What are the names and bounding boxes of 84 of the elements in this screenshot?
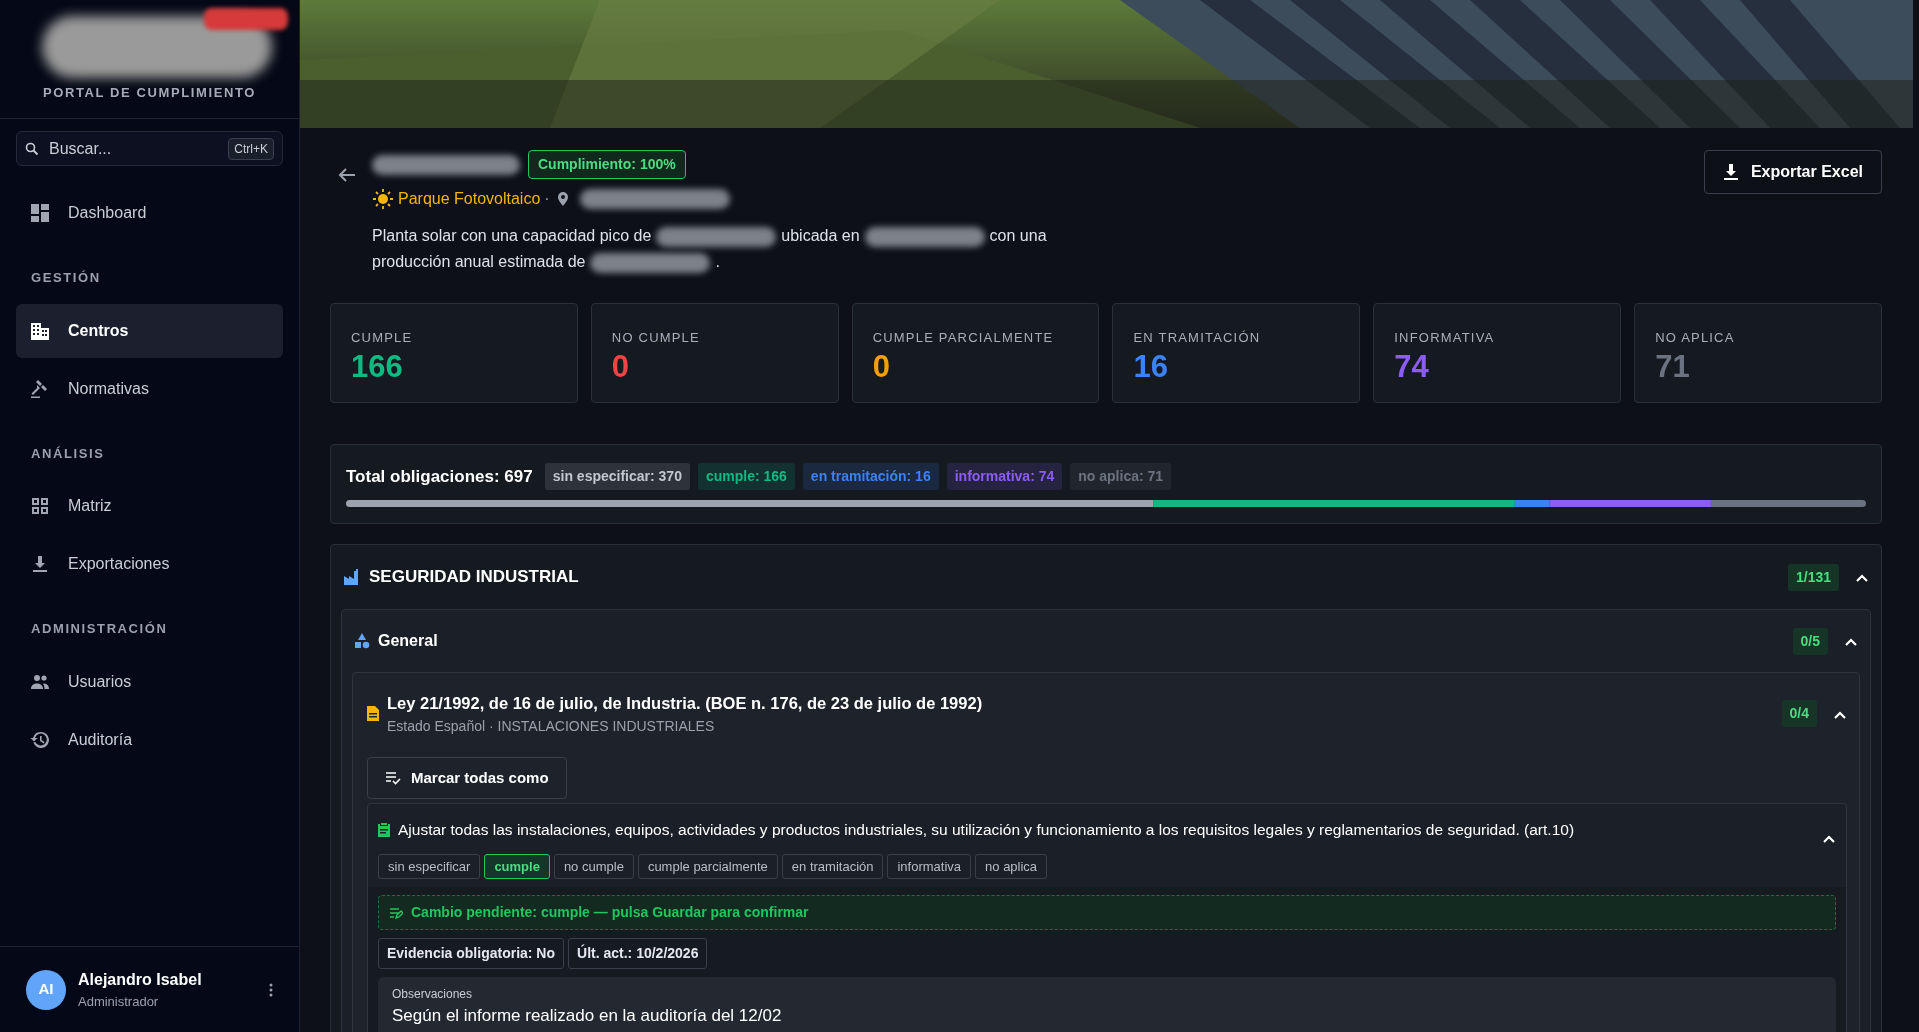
user-name: Alejandro Isabel [78, 969, 203, 990]
search-field[interactable]: Buscar... Ctrl+K [16, 131, 283, 166]
field-label: Observaciones [392, 986, 474, 1004]
nav-icon [30, 729, 50, 750]
status-count-tag: cumple: 166 [697, 463, 795, 490]
back-arrow-icon [338, 166, 356, 183]
user-avatar: AI [26, 969, 66, 1010]
status-count-tag: en tramitación: 16 [802, 463, 939, 490]
nav-icon [30, 496, 50, 516]
sun-icon [372, 188, 394, 210]
stat-label: INFORMATIVA [1394, 329, 1496, 347]
factory-icon [343, 568, 361, 586]
nav-icon [30, 203, 50, 223]
edit-list-icon [389, 906, 403, 919]
meta-tag: Evidencia obligatoria: No [378, 938, 565, 970]
compliance-badge: Cumplimiento: 100% [528, 150, 686, 179]
law-title: Ley 21/1992, de 16 de julio, de Industria. (BOE n. 176, de 23 de julio de 1992) [387, 693, 984, 714]
list-check-icon [385, 770, 401, 785]
group-title: General [378, 631, 439, 651]
progress-count: 0/5 [1792, 627, 1828, 655]
description-text: producción anual estimada de [372, 252, 586, 272]
export-button[interactable]: Exportar Excel [1703, 150, 1882, 194]
stat-value: 0 [872, 347, 891, 385]
download-icon [1722, 163, 1739, 181]
stat-label: NO APLICA [1655, 329, 1736, 347]
stat-value: 74 [1394, 347, 1430, 385]
section-title: SEGURIDAD INDUSTRIAL [369, 566, 580, 589]
more-icon [269, 983, 273, 998]
section-heading: GESTIÓN [30, 269, 102, 287]
nav-item[interactable]: Auditoría [16, 712, 283, 767]
nav-item[interactable]: Usuarios [16, 654, 283, 709]
progress-count: 0/4 [1781, 700, 1817, 728]
mark-all-button[interactable]: Marcar todas como [367, 756, 567, 799]
field-value: Según el informe realizado en la auditoría del 12/02 [392, 1005, 783, 1028]
status-count-tag: informativa: 74 [946, 463, 1063, 490]
shortcut-key: Ctrl+K [228, 137, 274, 160]
stat-label: EN TRAMITACIÓN [1133, 329, 1262, 347]
description-text: Planta solar con una capacidad pico de [372, 226, 652, 246]
search-icon [25, 141, 39, 156]
status-option[interactable]: en tramitación [781, 853, 884, 880]
facility-type: Parque Fotovoltaico [398, 189, 541, 209]
stat-value: 166 [351, 347, 404, 385]
nav-icon [30, 378, 50, 399]
status-option[interactable]: cumple parcialmente [637, 853, 778, 880]
separator-dot: · [544, 189, 550, 209]
stat-label: CUMPLE PARCIALMENTE [872, 329, 1055, 347]
obligation-text: Ajustar todas las instalaciones, equipos, actividades y productos industriales, su utilización y funcionamiento a los requisitos legales y reglamentarios de seguridad. (art.10) [398, 820, 1576, 841]
stat-value: 0 [611, 347, 631, 385]
user-role: Administrador [78, 992, 160, 1011]
progress-count: 1/131 [1787, 563, 1839, 591]
stat-label: NO CUMPLE [611, 329, 701, 347]
stat-value: 16 [1133, 347, 1169, 385]
description-text: . [715, 252, 720, 272]
section-heading: ANÁLISIS [30, 444, 106, 463]
status-count-tag: no aplica: 71 [1070, 463, 1172, 490]
nav-icon [30, 554, 50, 574]
nav-item[interactable]: Exportaciones [16, 537, 283, 591]
description-text: ubicada en [781, 226, 860, 246]
pending-change-notice: Cambio pendiente: cumple — pulsa Guardar para confirmar [378, 895, 1836, 931]
clipboard-icon [378, 822, 390, 838]
law-subtitle: Estado Español · INSTALACIONES INDUSTRIALES [387, 716, 716, 736]
nav-item[interactable]: Dashboard [16, 186, 283, 240]
observations-field[interactable]: Observaciones Según el informe realizado en la auditoría del 12/02 [378, 977, 1836, 1032]
nav-icon [30, 320, 50, 341]
status-option[interactable]: no aplica [975, 853, 1048, 880]
meta-tag: Últ. act.: 10/2/2026 [568, 938, 708, 970]
section-heading: ADMINISTRACIÓN [30, 620, 169, 638]
nav-item[interactable]: Centros [16, 303, 283, 358]
status-count-tag: sin especificar: 370 [544, 463, 690, 490]
status-option[interactable]: informativa [887, 853, 972, 880]
nav-item[interactable]: Matriz [16, 479, 283, 533]
shapes-icon [354, 633, 370, 649]
location-pin-icon [557, 192, 568, 206]
search-input[interactable]: Buscar... [47, 135, 221, 162]
status-option[interactable]: no cumple [553, 853, 634, 880]
document-icon [367, 706, 379, 722]
description-text: con una [989, 226, 1047, 246]
stat-label: CUMPLE [351, 329, 414, 347]
status-option[interactable]: cumple [484, 853, 550, 880]
total-label: Total obligaciones: 697 [346, 465, 533, 488]
nav-item[interactable]: Normativas [16, 361, 283, 416]
status-option[interactable]: sin especificar [378, 853, 481, 880]
stat-value: 71 [1655, 347, 1691, 385]
brand-subtitle: PORTAL DE CUMPLIMIENTO [42, 84, 257, 102]
